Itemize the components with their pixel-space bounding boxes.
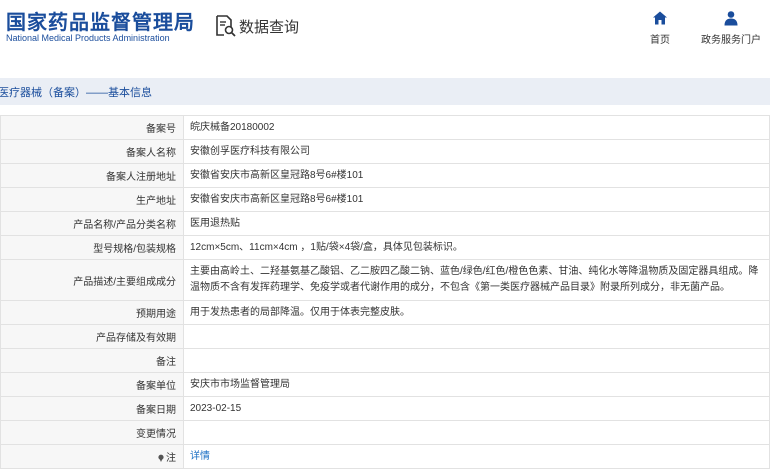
nav-home[interactable]: 首页 xyxy=(630,10,690,46)
data-query-heading: 数据查询 xyxy=(213,13,299,39)
table-row: 备案人名称 安徽创孚医疗科技有限公司 xyxy=(0,139,770,164)
note-label-text: 注 xyxy=(166,453,176,464)
field-value: 详情 xyxy=(183,444,770,469)
field-value: 安徽省安庆市高新区皇冠路8号6#楼101 xyxy=(183,163,770,188)
table-row: 变更情况 xyxy=(0,420,770,445)
field-label: 生产地址 xyxy=(0,187,184,212)
table-row: 生产地址 安徽省安庆市高新区皇冠路8号6#楼101 xyxy=(0,187,770,212)
breadcrumb-text: 医疗器械（备案）——基本信息 xyxy=(0,87,152,99)
logo-title[interactable]: 国家药品监督管理局 xyxy=(6,6,195,35)
table-row: 预期用途 用于发热患者的局部降温。仅用于体表完整皮肤。 xyxy=(0,300,770,325)
breadcrumb: 医疗器械（备案）——基本信息 xyxy=(0,78,770,105)
field-label: 预期用途 xyxy=(0,300,184,325)
field-value: 2023-02-15 xyxy=(183,396,770,421)
table-row: 备案号 皖庆械备20180002 xyxy=(0,115,770,140)
nav-service-portal-label: 政务服务门户 xyxy=(701,35,761,46)
field-value: 主要由高岭土、二羟基氨基乙酸铝、乙二胺四乙酸二钠、蓝色/绿色/红色/橙色色素、甘… xyxy=(183,259,770,301)
field-value: 安徽省安庆市高新区皇冠路8号6#楼101 xyxy=(183,187,770,212)
field-value xyxy=(183,348,770,373)
site-header: 国家药品监督管理局 National Medical Products Admi… xyxy=(0,0,770,62)
field-label: 备案单位 xyxy=(0,372,184,397)
table-row: 产品存储及有效期 xyxy=(0,324,770,349)
field-label: 产品描述/主要组成成分 xyxy=(0,259,184,301)
field-value xyxy=(183,420,770,445)
field-value: 安徽创孚医疗科技有限公司 xyxy=(183,139,770,164)
field-label: 备案人注册地址 xyxy=(0,163,184,188)
table-row: 产品名称/产品分类名称 医用退热贴 xyxy=(0,211,770,236)
table-row: 注 详情 xyxy=(0,444,770,469)
details-link[interactable]: 详情 xyxy=(190,451,210,462)
pin-icon xyxy=(158,454,164,462)
table-row: 备案日期 2023-02-15 xyxy=(0,396,770,421)
field-value: 用于发热患者的局部降温。仅用于体表完整皮肤。 xyxy=(183,300,770,325)
table-row: 备注 xyxy=(0,348,770,373)
field-value: 安庆市市场监督管理局 xyxy=(183,372,770,397)
home-icon xyxy=(653,11,667,25)
record-info-table: 备案号 皖庆械备20180002 备案人名称 安徽创孚医疗科技有限公司 备案人注… xyxy=(0,115,770,469)
table-row: 型号规格/包装规格 12cm×5cm、11cm×4cm ，1贴/袋×4袋/盒，具… xyxy=(0,235,770,260)
field-label: 产品存储及有效期 xyxy=(0,324,184,349)
field-label: 变更情况 xyxy=(0,420,184,445)
table-row: 产品描述/主要组成成分 主要由高岭土、二羟基氨基乙酸铝、乙二胺四乙酸二钠、蓝色/… xyxy=(0,259,770,301)
field-label: 备案人名称 xyxy=(0,139,184,164)
logo-subtitle: National Medical Products Administration xyxy=(6,33,170,43)
data-query-label: 数据查询 xyxy=(239,18,300,36)
table-row: 备案单位 安庆市市场监督管理局 xyxy=(0,372,770,397)
user-icon xyxy=(724,11,738,26)
nav-service-portal[interactable]: 政务服务门户 xyxy=(701,10,761,46)
field-label: 备注 xyxy=(0,348,184,373)
field-value: 12cm×5cm、11cm×4cm ，1贴/袋×4袋/盒，具体见包装标识。 xyxy=(183,235,770,260)
field-value: 皖庆械备20180002 xyxy=(183,115,770,140)
field-value xyxy=(183,324,770,349)
nav-home-label: 首页 xyxy=(650,35,670,46)
field-label: 备案日期 xyxy=(0,396,184,421)
table-row: 备案人注册地址 安徽省安庆市高新区皇冠路8号6#楼101 xyxy=(0,163,770,188)
field-label: 产品名称/产品分类名称 xyxy=(0,211,184,236)
field-label: 型号规格/包装规格 xyxy=(0,235,184,260)
field-label: 备案号 xyxy=(0,115,184,140)
field-value: 医用退热贴 xyxy=(183,211,770,236)
document-search-icon xyxy=(216,15,236,37)
note-label: 注 xyxy=(0,444,184,469)
